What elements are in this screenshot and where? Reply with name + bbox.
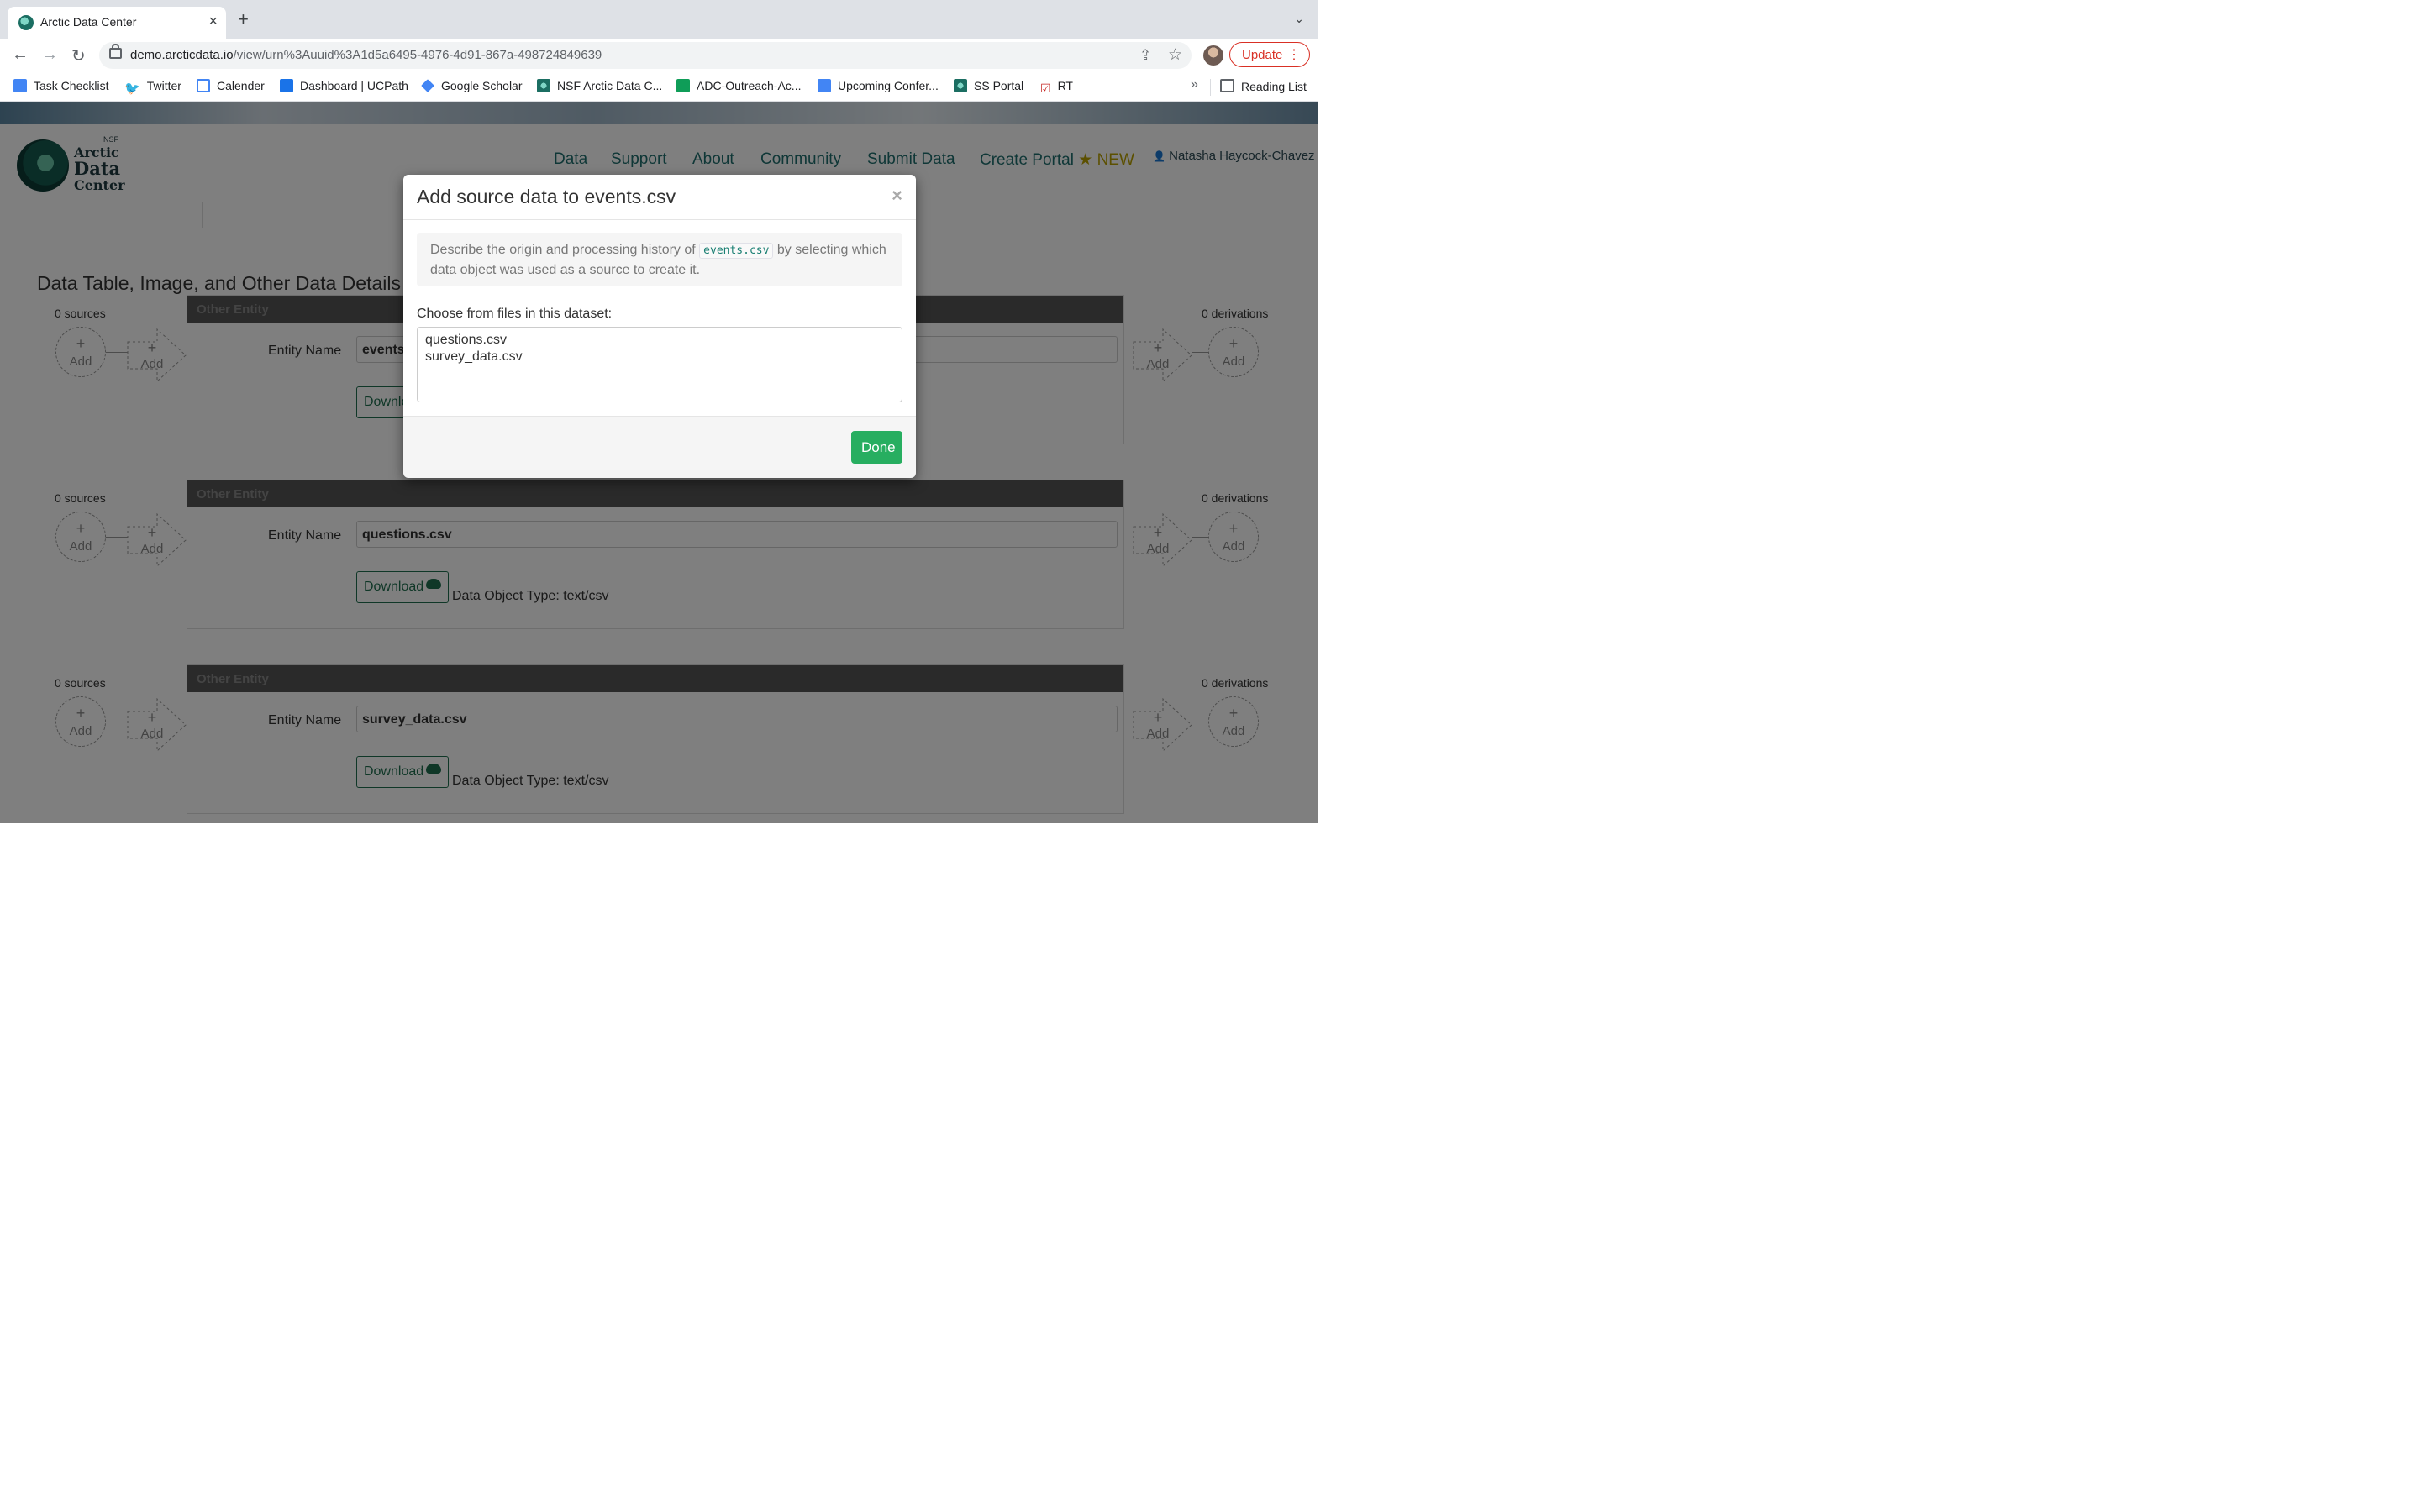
description-part: Describe the origin and processing histo… [430, 243, 700, 257]
bookmark-upcoming-conferences[interactable]: Upcoming Confer... [818, 79, 939, 92]
bookmark-task-checklist[interactable]: Task Checklist [13, 79, 108, 92]
modal-header: Add source data to events.csv × [403, 175, 916, 220]
done-button[interactable]: Done [851, 431, 902, 464]
bookmark-label: Google Scholar [441, 79, 523, 92]
twitter-icon: 🐦 [124, 81, 140, 96]
close-icon[interactable]: × [892, 185, 902, 207]
bookmark-label: NSF Arctic Data C... [557, 79, 663, 92]
adc-favicon-icon [18, 15, 34, 30]
sheet-icon [676, 79, 690, 92]
reading-list-button[interactable]: Reading List [1220, 79, 1307, 93]
add-source-modal: Add source data to events.csv × Describe… [403, 175, 916, 478]
modal-title: Add source data to events.csv [417, 186, 676, 207]
browser-tab[interactable]: Arctic Data Center × [8, 7, 226, 39]
url-text[interactable]: demo.arcticdata.io/view/urn%3Auuid%3A1d5… [130, 48, 602, 62]
bookmark-label: Calender [217, 79, 265, 92]
scholar-icon [421, 79, 434, 92]
reading-list-label: Reading List [1241, 80, 1307, 93]
url-host: demo.arcticdata.io [130, 48, 234, 62]
bookmarks-bar: Task Checklist 🐦 Twitter Calender Dashboa… [0, 72, 1318, 102]
profile-avatar[interactable] [1203, 45, 1223, 66]
menu-dots-icon: ⋮ [1287, 48, 1301, 62]
file-option-survey-data[interactable]: survey_data.csv [425, 349, 523, 365]
browser-toolbar: ← → ↻ demo.arcticdata.io/view/urn%3Auuid… [0, 39, 1318, 72]
bookmark-label: Twitter [146, 79, 182, 92]
bookmarks-overflow-icon[interactable]: » [1191, 77, 1198, 92]
new-tab-icon[interactable]: + [238, 8, 249, 30]
bookmark-calender[interactable]: Calender [197, 79, 265, 92]
screen: Arctic Data Center × + ⌄ ← → ↻ demo.arct… [0, 0, 1318, 823]
bookmarks-divider [1210, 79, 1211, 96]
description-text: Describe the origin and processing histo… [430, 240, 892, 280]
bookmark-nsf-arctic[interactable]: NSF Arctic Data C... [537, 79, 662, 92]
bookmark-google-scholar[interactable]: Google Scholar [421, 79, 523, 92]
update-label: Update [1242, 48, 1283, 62]
bookmark-adc-outreach[interactable]: ADC-Outreach-Ac... [676, 79, 801, 92]
bookmark-rt[interactable]: ☑ RT [1040, 79, 1073, 95]
doc-icon [13, 79, 27, 92]
bookmark-label: RT [1057, 79, 1073, 92]
back-icon[interactable]: ← [12, 45, 29, 65]
doc-icon [818, 79, 831, 92]
calendar-icon [197, 79, 210, 92]
bookmark-star-icon[interactable]: ☆ [1168, 45, 1182, 65]
share-icon[interactable]: ⇪ [1139, 47, 1151, 64]
file-select-list[interactable]: questions.csv survey_data.csv [417, 327, 902, 402]
adc-icon [537, 79, 550, 92]
bookmark-label: SS Portal [974, 79, 1024, 92]
reading-list-icon [1220, 79, 1234, 92]
done-label: Done [861, 439, 896, 455]
rt-icon: ☑ [1040, 81, 1051, 95]
bookmark-ucpath[interactable]: Dashboard | UCPath [280, 79, 408, 92]
close-tab-icon[interactable]: × [208, 13, 218, 30]
bookmark-label: ADC-Outreach-Ac... [697, 79, 802, 92]
forward-icon[interactable]: → [41, 45, 58, 65]
bookmark-ss-portal[interactable]: SS Portal [954, 79, 1023, 92]
file-code: events.csv [699, 243, 774, 259]
ucpath-icon [280, 79, 293, 92]
url-path: /view/urn%3Auuid%3A1d5a6495-4976-4d91-86… [233, 48, 602, 62]
bookmark-label: Task Checklist [34, 79, 109, 92]
file-option-questions[interactable]: questions.csv [425, 333, 507, 348]
adc-icon [954, 79, 967, 92]
update-button[interactable]: Update ⋮ [1229, 42, 1310, 67]
bookmark-label: Dashboard | UCPath [300, 79, 408, 92]
bookmark-label: Upcoming Confer... [838, 79, 939, 92]
bookmark-twitter[interactable]: 🐦 Twitter [124, 79, 182, 96]
address-bar[interactable]: demo.arcticdata.io/view/urn%3Auuid%3A1d5… [99, 42, 1192, 69]
description-well: Describe the origin and processing histo… [417, 233, 902, 286]
reload-icon[interactable]: ↻ [71, 45, 86, 66]
lock-icon[interactable] [109, 44, 122, 59]
tab-search-chevron-icon[interactable]: ⌄ [1294, 12, 1304, 26]
choose-files-label: Choose from files in this dataset: [417, 307, 613, 321]
tab-title: Arctic Data Center [40, 15, 137, 29]
modal-footer: Done [403, 416, 916, 478]
tab-strip: Arctic Data Center × + ⌄ [0, 0, 1318, 39]
